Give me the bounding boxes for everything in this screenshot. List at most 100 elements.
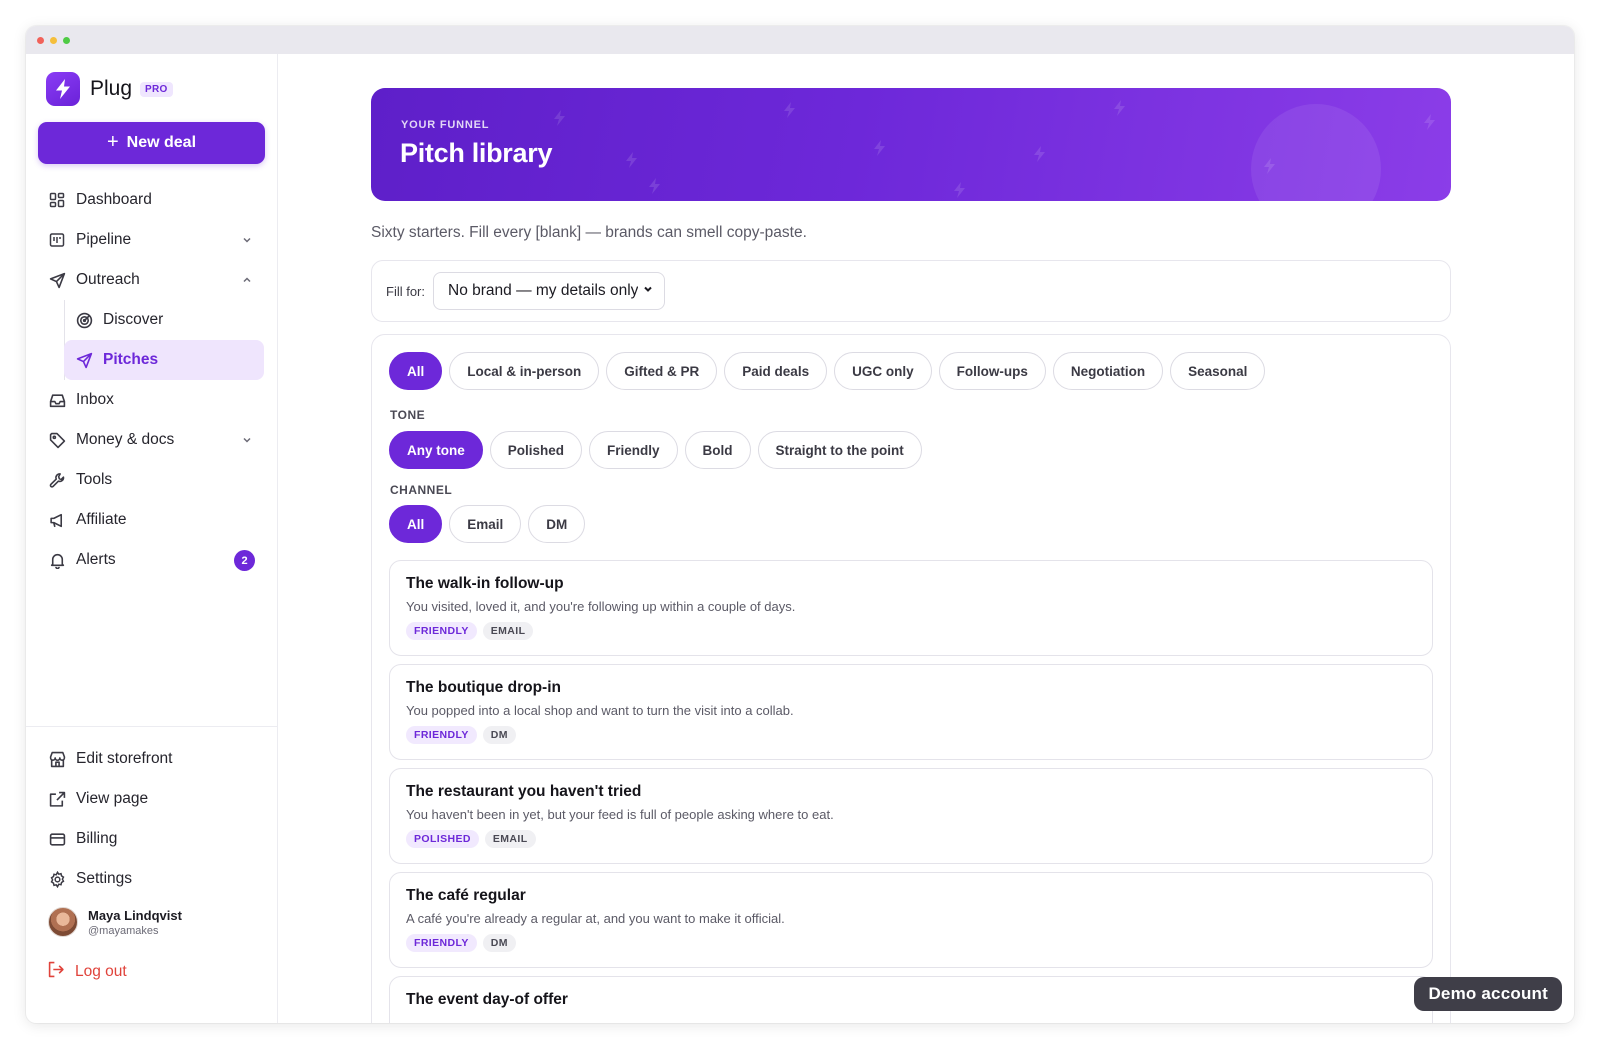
- chip-category-paid[interactable]: Paid deals: [724, 352, 828, 390]
- pitch-card[interactable]: The restaurant you haven't tried You hav…: [389, 768, 1433, 864]
- pitch-title: The café regular: [406, 887, 526, 904]
- nav-label: View page: [76, 790, 149, 807]
- nav-item-billing[interactable]: Billing: [38, 819, 265, 859]
- close-window-dot[interactable]: [37, 36, 44, 44]
- nav-item-tools[interactable]: Tools: [38, 460, 265, 500]
- nav-item-pitches[interactable]: Pitches: [64, 340, 264, 380]
- chip-channel-email[interactable]: Email: [449, 505, 522, 543]
- brand-select[interactable]: No brand — my details only: [433, 272, 665, 310]
- channel-tag: EMAIL: [484, 830, 536, 848]
- nav-label: Dashboard: [76, 191, 152, 208]
- pitch-card[interactable]: The boutique drop-in You popped into a l…: [389, 664, 1433, 760]
- chevron-down-icon: [642, 282, 654, 300]
- chevron-up-icon[interactable]: [241, 273, 253, 291]
- nav-label: Billing: [76, 830, 118, 847]
- megaphone-icon: [48, 511, 66, 529]
- kanban-icon: [48, 231, 66, 249]
- nav-item-settings[interactable]: Settings: [38, 859, 265, 899]
- pitch-card[interactable]: The event day-of offer: [389, 976, 1433, 1023]
- channel-tag: DM: [482, 934, 516, 952]
- nav-item-edit-storefront[interactable]: Edit storefront: [38, 739, 265, 779]
- bolt-logo-icon: [46, 72, 80, 106]
- nav-item-pipeline[interactable]: Pipeline: [38, 220, 265, 260]
- tone-tag: POLISHED: [406, 830, 479, 848]
- page-subtitle: Sixty starters. Fill every [blank] — bra…: [371, 224, 807, 241]
- chip-category-seasonal[interactable]: Seasonal: [1170, 352, 1266, 390]
- chevron-down-icon[interactable]: [241, 233, 253, 251]
- main-content: YOUR FUNNEL Pitch library Sixty starters…: [278, 54, 1574, 1023]
- nav-label: Discover: [103, 311, 164, 328]
- category-chips: All Local & in-person Gifted & PR Paid d…: [389, 352, 1266, 390]
- pitch-title: The boutique drop-in: [406, 679, 561, 696]
- maximize-window-dot[interactable]: [63, 36, 70, 44]
- logout-label: Log out: [75, 963, 127, 980]
- chevron-down-icon[interactable]: [241, 433, 253, 451]
- chip-category-follow-ups[interactable]: Follow-ups: [938, 352, 1046, 390]
- chip-channel-dm[interactable]: DM: [528, 505, 586, 543]
- nav-item-affiliate[interactable]: Affiliate: [38, 500, 265, 540]
- pitch-card[interactable]: The café regular A café you're already a…: [389, 872, 1433, 968]
- pitch-filters-panel: All Local & in-person Gifted & PR Paid d…: [371, 334, 1451, 1023]
- brand-select-value: No brand — my details only: [448, 282, 639, 299]
- nav-item-inbox[interactable]: Inbox: [38, 380, 265, 420]
- chip-category-all[interactable]: All: [389, 352, 443, 390]
- alerts-count-badge: 2: [234, 550, 255, 571]
- credit-card-icon: [48, 830, 66, 848]
- chip-category-negotiation[interactable]: Negotiation: [1052, 352, 1164, 390]
- chip-tone-any[interactable]: Any tone: [389, 431, 483, 469]
- send-icon: [48, 271, 66, 289]
- external-link-icon: [48, 790, 66, 808]
- nav-label: Alerts: [76, 551, 116, 568]
- brand[interactable]: Plug PRO: [46, 72, 173, 106]
- fill-for-panel: Fill for: No brand — my details only: [371, 260, 1451, 322]
- sidebar: Plug PRO + New deal Dashboard Pipeline O…: [26, 54, 278, 1023]
- grid-icon: [48, 191, 66, 209]
- tone-tag: FRIENDLY: [406, 934, 477, 952]
- tone-tag: FRIENDLY: [406, 726, 477, 744]
- tag-icon: [48, 431, 66, 449]
- bell-icon: [48, 551, 66, 569]
- nav-label: Pipeline: [76, 231, 132, 248]
- pitch-description: You visited, loved it, and you're follow…: [406, 599, 796, 614]
- nav-label: Inbox: [76, 391, 114, 408]
- nav-item-money-docs[interactable]: Money & docs: [38, 420, 265, 460]
- nav-item-alerts[interactable]: Alerts 2: [38, 540, 265, 580]
- nav-item-dashboard[interactable]: Dashboard: [38, 180, 265, 220]
- nav-label: Money & docs: [76, 431, 175, 448]
- chip-tone-bold[interactable]: Bold: [684, 431, 751, 469]
- user-profile[interactable]: Maya Lindqvist @mayamakes: [48, 907, 182, 937]
- tone-chips: Any tone Polished Friendly Bold Straight…: [389, 431, 922, 469]
- inbox-icon: [48, 391, 66, 409]
- logout-button[interactable]: Log out: [48, 961, 127, 983]
- brand-name: Plug: [90, 77, 133, 100]
- plus-icon: +: [106, 131, 119, 153]
- chip-category-local[interactable]: Local & in-person: [449, 352, 600, 390]
- minimize-window-dot[interactable]: [50, 36, 57, 44]
- avatar: [48, 907, 78, 937]
- nav-item-discover[interactable]: Discover: [64, 300, 264, 340]
- new-deal-label: New deal: [126, 134, 197, 151]
- chip-category-ugc[interactable]: UGC only: [834, 352, 932, 390]
- nav-item-view-page[interactable]: View page: [38, 779, 265, 819]
- chip-tone-polished[interactable]: Polished: [489, 431, 583, 469]
- gear-icon: [48, 870, 66, 888]
- pitch-title: The restaurant you haven't tried: [406, 783, 642, 800]
- nav-item-outreach[interactable]: Outreach: [38, 260, 265, 300]
- chip-tone-straight[interactable]: Straight to the point: [757, 431, 922, 469]
- app-window: Plug PRO + New deal Dashboard Pipeline O…: [26, 26, 1574, 1023]
- channel-tag: EMAIL: [482, 622, 534, 640]
- pitch-description: You popped into a local shop and want to…: [406, 703, 794, 718]
- pitch-card[interactable]: The walk-in follow-up You visited, loved…: [389, 560, 1433, 656]
- chip-channel-all[interactable]: All: [389, 505, 443, 543]
- chip-category-gifted[interactable]: Gifted & PR: [606, 352, 718, 390]
- nav-label: Settings: [76, 870, 133, 887]
- new-deal-button[interactable]: + New deal: [38, 122, 265, 164]
- sidebar-footer: Edit storefront View page Billing Settin…: [26, 726, 277, 980]
- window-titlebar: [26, 26, 1574, 54]
- chip-tone-friendly[interactable]: Friendly: [589, 431, 678, 469]
- pitch-title: The event day-of offer: [406, 991, 568, 1008]
- tone-tag: FRIENDLY: [406, 622, 477, 640]
- hero-banner: YOUR FUNNEL Pitch library: [371, 88, 1451, 201]
- tone-label: TONE: [390, 408, 426, 422]
- nav-label: Outreach: [76, 271, 140, 288]
